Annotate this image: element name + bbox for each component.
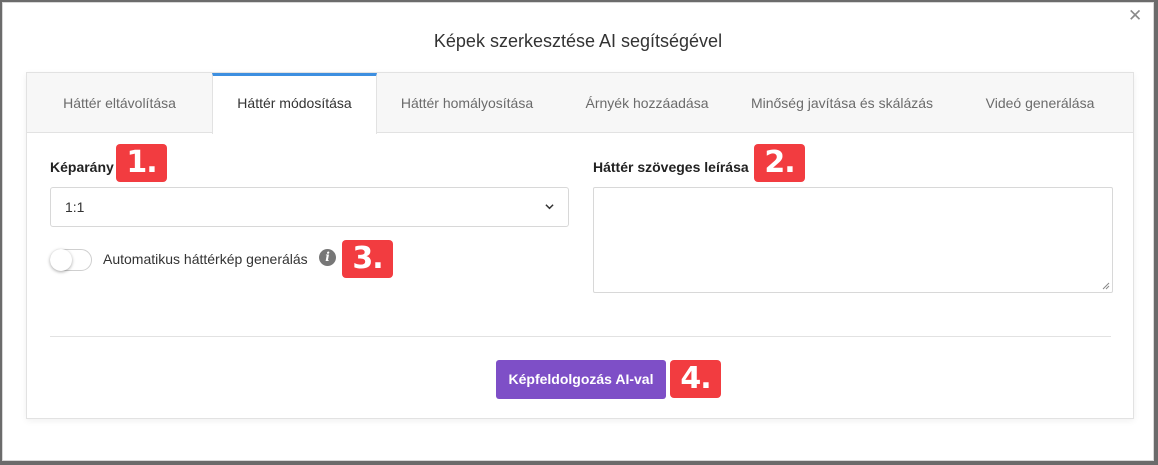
process-with-ai-button[interactable]: Képfeldolgozás AI-val xyxy=(496,360,666,399)
info-icon[interactable]: i xyxy=(319,249,336,266)
tab-background-change[interactable]: Háttér módosítása xyxy=(212,73,377,134)
aspect-ratio-label: Képarány xyxy=(50,159,114,175)
close-icon[interactable]: ✕ xyxy=(1128,7,1142,24)
auto-background-toggle[interactable] xyxy=(50,249,92,271)
auto-background-label: Automatikus háttérkép generálás xyxy=(103,251,308,267)
background-description-label: Háttér szöveges leírása xyxy=(593,159,749,175)
tab-video-generation[interactable]: Videó generálása xyxy=(947,73,1133,133)
annotation-badge-2: 2. xyxy=(754,144,805,182)
ai-image-edit-dialog: ✕ Képek szerkesztése AI segítségével Hát… xyxy=(2,2,1154,461)
tab-add-shadow[interactable]: Árnyék hozzáadása xyxy=(557,73,737,133)
tab-panel: Háttér eltávolítása Háttér módosítása Há… xyxy=(26,72,1134,419)
tab-quality-upscale[interactable]: Minőség javítása és skálázás xyxy=(737,73,947,133)
tab-background-blur[interactable]: Háttér homályosítása xyxy=(377,73,557,133)
background-description-textarea[interactable] xyxy=(593,187,1113,293)
aspect-ratio-value: 1:1 xyxy=(65,199,85,215)
annotation-badge-3: 3. xyxy=(342,240,393,278)
aspect-ratio-select[interactable]: 1:1 xyxy=(50,187,569,227)
tab-background-removal[interactable]: Háttér eltávolítása xyxy=(27,73,212,133)
divider xyxy=(50,336,1111,337)
tab-bar: Háttér eltávolítása Háttér módosítása Há… xyxy=(27,73,1133,134)
resize-grip-icon[interactable] xyxy=(1102,282,1110,290)
annotation-badge-4: 4. xyxy=(670,360,721,398)
annotation-badge-1: 1. xyxy=(116,144,167,182)
chevron-down-icon xyxy=(545,204,554,210)
toggle-knob xyxy=(50,249,72,271)
dialog-title: Képek szerkesztése AI segítségével xyxy=(433,31,723,51)
